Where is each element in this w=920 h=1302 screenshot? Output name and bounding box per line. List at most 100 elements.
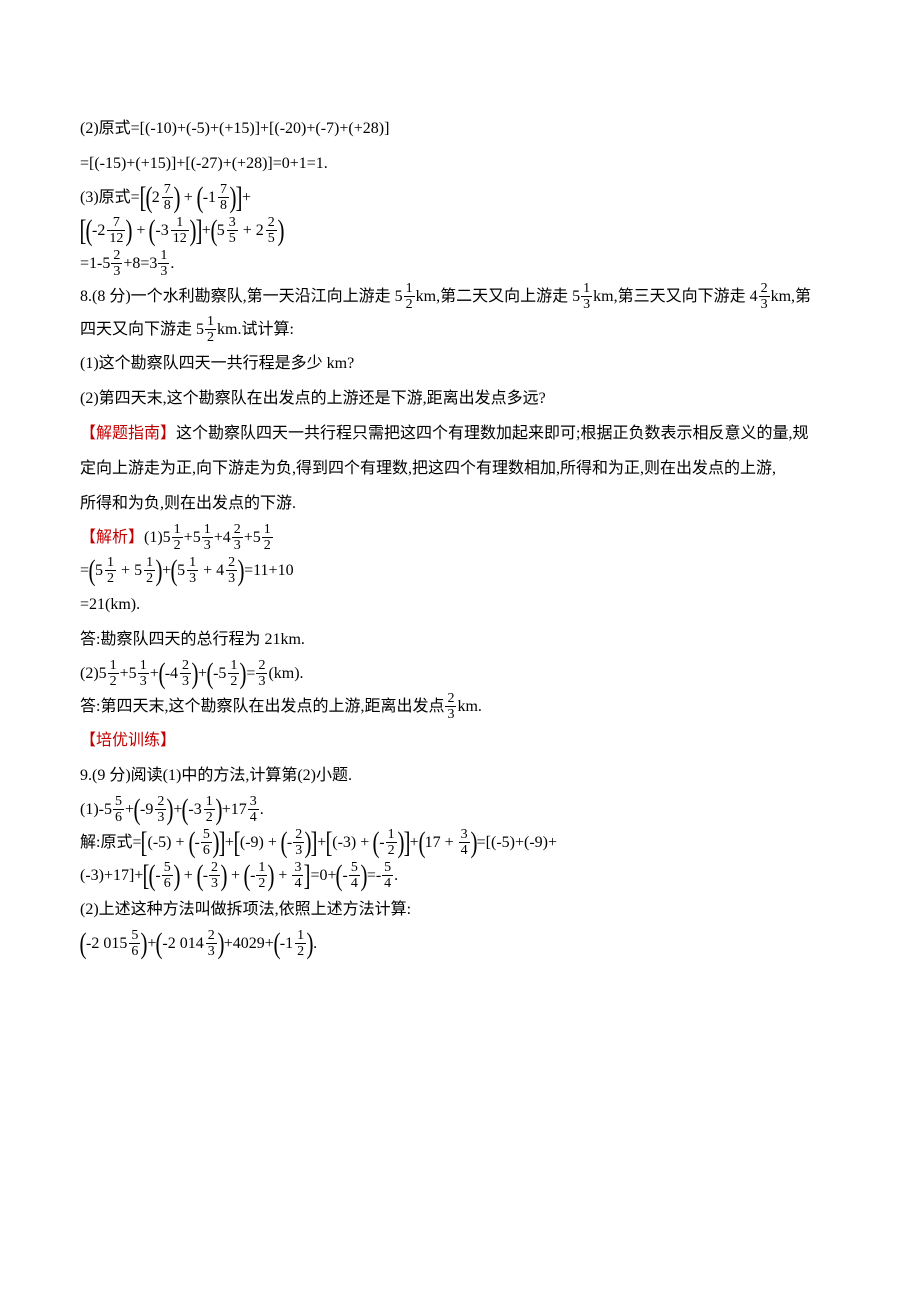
plus: + xyxy=(227,863,244,889)
mixed-number: 1 78 xyxy=(208,183,230,213)
bracket-close: ] xyxy=(236,183,243,213)
solution-2-line-1: (2)5 12 +5 13 + ( - 4 23 ) + ( - 5 12 ) … xyxy=(80,659,840,689)
fraction: 13 xyxy=(187,556,198,586)
text: km. xyxy=(457,694,481,720)
fraction: 712 xyxy=(107,216,125,246)
paren-open: ( xyxy=(196,861,203,891)
whole: 5 xyxy=(95,558,104,584)
whole: 5 xyxy=(177,558,186,584)
fraction: 23 xyxy=(293,828,304,858)
minus: - xyxy=(203,863,208,889)
text: =[(-5)+(-9)+ xyxy=(477,830,557,856)
text: (2)5 xyxy=(80,661,107,687)
text: (km). xyxy=(268,661,303,687)
whole: 1 xyxy=(208,185,217,211)
step-3-line-3: =1-5 23 +8=3 13 . xyxy=(80,249,840,279)
fraction: 12 xyxy=(262,523,273,553)
fraction: 13 xyxy=(158,249,169,279)
paren-close: ) xyxy=(360,861,367,891)
step-2-line-1: (2)原式=[(-10)+(-5)+(+15)]+[(-20)+(-7)+(+2… xyxy=(80,113,840,145)
fraction: 23 xyxy=(206,929,217,959)
bracket-close: ] xyxy=(218,828,225,858)
text: (-9) xyxy=(240,830,264,856)
whole: 2 xyxy=(152,185,161,211)
mixed-number: 5 12 xyxy=(218,659,240,689)
text: +5 xyxy=(184,525,201,551)
paren-open: ( xyxy=(171,556,178,586)
text: +5 xyxy=(120,661,137,687)
hint-line-1: 【解题指南】这个勘察队四天一共行程只需把这四个有理数加起来即可;根据正负数表示相… xyxy=(80,418,840,450)
paren-open: ( xyxy=(134,795,141,825)
plus: + xyxy=(180,185,197,211)
text: km,第二天又向上游走 5 xyxy=(416,284,580,310)
plus: + xyxy=(356,830,373,856)
mixed-number: 2 015 56 xyxy=(91,929,141,959)
fraction: 12 xyxy=(295,929,306,959)
plus: + xyxy=(264,830,281,856)
fraction: 56 xyxy=(113,795,124,825)
fraction: 12 xyxy=(404,282,415,312)
paren-open: ( xyxy=(86,216,93,246)
plus: + xyxy=(132,218,149,244)
fraction: 78 xyxy=(218,183,229,213)
whole: 5 xyxy=(134,558,143,584)
text: +4 xyxy=(214,525,231,551)
plus: + xyxy=(225,830,234,856)
fraction: 23 xyxy=(180,659,191,689)
solution-label: 【解析】 xyxy=(80,525,144,551)
text: 这个勘察队四天一共行程只需把这四个有理数加起来即可;根据正负数表示相反意义的量,… xyxy=(176,425,808,442)
problem-9-part-2-text: (2)上述这种方法叫做拆项法,依照上述方法计算: xyxy=(80,894,840,926)
paren-open: ( xyxy=(336,861,343,891)
text: 解:原式= xyxy=(80,830,141,856)
paren-close: ) xyxy=(126,216,133,246)
paren-close: ) xyxy=(221,861,228,891)
minus: - xyxy=(155,863,160,889)
fraction: 23 xyxy=(256,659,267,689)
text: km,第 xyxy=(771,284,811,310)
bracket-open: [ xyxy=(326,828,333,858)
mixed-number: 3 112 xyxy=(161,216,190,246)
fraction: 12 xyxy=(228,659,239,689)
whole: 1 xyxy=(285,931,294,957)
paren-open: ( xyxy=(149,861,156,891)
mixed-number: 4 23 xyxy=(216,556,238,586)
paren-open: ( xyxy=(156,929,163,959)
mixed-number: 5 35 xyxy=(217,216,239,246)
fraction: 23 xyxy=(445,692,456,722)
fraction: 23 xyxy=(759,282,770,312)
fraction: 34 xyxy=(459,828,470,858)
whole: 2 xyxy=(97,218,106,244)
text: 17 xyxy=(425,830,441,856)
whole: 9 xyxy=(145,797,154,823)
text: +5 xyxy=(244,525,261,551)
step-2-line-2: =[(-15)+(+15)]+[(-27)+(+28)]=0+1=1. xyxy=(80,148,840,180)
advanced-label: 【培优训练】 xyxy=(80,725,840,757)
paren-close: ) xyxy=(215,795,222,825)
paren-open: ( xyxy=(418,828,425,858)
fraction: 13 xyxy=(581,282,592,312)
text: km,第三天又向下游走 4 xyxy=(593,284,757,310)
question-2: (2)第四天末,这个勘察队在出发点的上游还是下游,距离出发点多远? xyxy=(80,383,840,415)
problem-9-head: 9.(9 分)阅读(1)中的方法,计算第(2)小题. xyxy=(80,760,840,792)
paren-close: ) xyxy=(167,795,174,825)
text: km.试计算: xyxy=(217,317,294,343)
text: . xyxy=(260,797,264,823)
problem-9-part-2-expr: ( - 2 015 56 ) + ( - 2 014 23 ) +4029+ (… xyxy=(80,929,840,959)
bracket-close: ] xyxy=(304,861,311,891)
text: =11+10 xyxy=(244,558,293,584)
paren-close: ) xyxy=(192,659,199,689)
paren-close: ) xyxy=(156,556,163,586)
answer-1: 答:勘察队四天的总行程为 21km. xyxy=(80,624,840,656)
text: 答:第四天末,这个勘察队在出发点的上游,距离出发点 xyxy=(80,694,444,720)
whole: 4 xyxy=(216,558,225,584)
mixed-number: 2 014 23 xyxy=(168,929,218,959)
mixed-number: 1 12 xyxy=(285,929,307,959)
whole: 3 xyxy=(194,797,203,823)
problem-8-line-2: 四天又向下游走 5 12 km.试计算: xyxy=(80,315,840,345)
fraction: 23 xyxy=(209,861,220,891)
text: +17 xyxy=(222,797,247,823)
fraction: 12 xyxy=(204,795,215,825)
fraction: 54 xyxy=(382,861,393,891)
fraction: 12 xyxy=(108,659,119,689)
paren-open: ( xyxy=(373,828,380,858)
